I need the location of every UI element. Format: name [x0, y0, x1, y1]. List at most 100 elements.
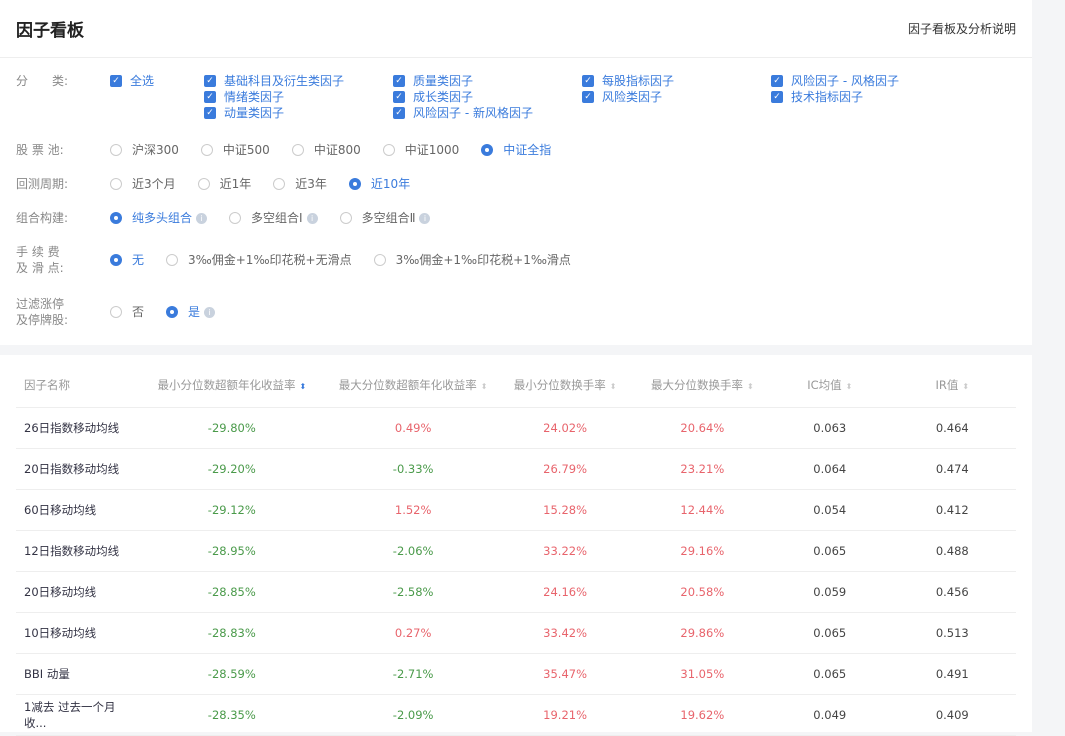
- table-cell: 0.063: [813, 421, 847, 435]
- column-header[interactable]: 最小分位数超额年化收益率 ⬍: [134, 377, 330, 393]
- category-checkbox[interactable]: ✓ 技术指标因子: [771, 89, 949, 105]
- sort-icon[interactable]: ⬍: [610, 382, 617, 391]
- radio-icon: [110, 144, 122, 156]
- table-row[interactable]: 10日移动均线 -28.83% 0.27% 33.42% 29.86% 0.065 0.51…: [16, 613, 1016, 654]
- period-radio[interactable]: 近3个月: [110, 176, 176, 192]
- radio-label: 中证全指: [503, 143, 552, 157]
- sort-icon[interactable]: ⬍: [846, 382, 853, 391]
- factor-name[interactable]: 20日指数移动均线: [16, 461, 134, 477]
- table-row[interactable]: 20日移动均线 -28.85% -2.58% 24.16% 20.58% 0.059 0.4…: [16, 572, 1016, 613]
- table-cell: 19.62%: [680, 708, 725, 722]
- table-row[interactable]: 1减去 过去一个月收... -28.35% -2.09% 19.21% 19.62% 0.…: [16, 695, 1016, 736]
- pool-radio[interactable]: 中证1000: [382, 142, 459, 158]
- factor-name[interactable]: 12日指数移动均线: [16, 543, 134, 559]
- fee-label: 手 续 费及 滑 点:: [16, 244, 110, 276]
- table-cell: 23.21%: [680, 462, 725, 476]
- pool-radio[interactable]: 中证500: [200, 142, 270, 158]
- info-icon[interactable]: i: [306, 212, 318, 224]
- radio-label: 否: [132, 305, 145, 319]
- table-cell: 20.58%: [680, 585, 725, 599]
- radio-icon: [339, 212, 352, 224]
- table-header: 因子名称 最小分位数超额年化收益率 ⬍ 最大分位数超额年化收益率 ⬍ 最小分位数换手率 ⬍ 最…: [16, 363, 1016, 408]
- category-checkbox[interactable]: ✓ 风险因子 - 风格因子: [771, 73, 949, 89]
- sort-icon[interactable]: ⬍: [299, 382, 306, 391]
- category-filter: 分 类: ✓ 全选 ✓ 基础科目及衍生类因子 ✓ 情绪类因子 ✓ 动量类因子 ✓ 质量类因子 ✓ 成长…: [16, 73, 971, 121]
- fee-radio[interactable]: 3‰佣金+1‰印花税+无滑点: [166, 244, 352, 276]
- category-checkbox[interactable]: ✓ 动量类因子: [204, 105, 371, 121]
- sort-icon[interactable]: ⬍: [747, 382, 754, 391]
- table-cell: -29.80%: [207, 421, 256, 435]
- factor-name[interactable]: 20日移动均线: [16, 584, 134, 600]
- category-checkbox[interactable]: ✓ 每股指标因子: [582, 73, 749, 89]
- filter-radio[interactable]: 否: [110, 296, 144, 328]
- portfolio-radio[interactable]: 多空组合Ⅱ i: [339, 210, 431, 226]
- factor-name[interactable]: BBI 动量: [16, 666, 134, 682]
- checkbox-checked-icon: ✓: [204, 107, 216, 119]
- category-checkbox[interactable]: ✓ 成长类因子: [393, 89, 560, 105]
- radio-label: 中证500: [222, 143, 270, 157]
- sort-icon[interactable]: ⬍: [481, 382, 488, 391]
- factor-name[interactable]: 1减去 过去一个月收...: [16, 699, 134, 731]
- factor-table: 因子名称 最小分位数超额年化收益率 ⬍ 最大分位数超额年化收益率 ⬍ 最小分位数换手率 ⬍ 最…: [0, 355, 1032, 736]
- info-icon[interactable]: i: [196, 212, 208, 224]
- pool-radio[interactable]: 中证全指: [481, 142, 551, 158]
- checkbox-label: 技术指标因子: [791, 90, 864, 104]
- info-icon[interactable]: i: [419, 212, 431, 224]
- portfolio-radio[interactable]: 多空组合Ⅰ i: [229, 210, 318, 226]
- table-cell: 24.02%: [543, 421, 588, 435]
- category-checkbox[interactable]: ✓ 情绪类因子: [204, 89, 371, 105]
- table-row[interactable]: 20日指数移动均线 -29.20% -0.33% 26.79% 23.21% 0.064 0…: [16, 449, 1016, 490]
- checkbox-label: 风险因子 - 风格因子: [791, 74, 899, 88]
- suspend-label-line2: 及停牌股:: [16, 313, 69, 327]
- column-header[interactable]: 最小分位数换手率 ⬍: [496, 377, 633, 393]
- column-header[interactable]: 最大分位数换手率 ⬍: [634, 377, 771, 393]
- sort-icon[interactable]: ⬍: [962, 382, 969, 391]
- pool-radio[interactable]: 沪深300: [110, 142, 179, 158]
- column-header[interactable]: IC均值 ⬍: [771, 377, 889, 393]
- radio-selected-icon: [110, 254, 122, 266]
- info-icon[interactable]: i: [204, 306, 216, 318]
- table-row[interactable]: 60日移动均线 -29.12% 1.52% 15.28% 12.44% 0.054 0.41…: [16, 490, 1016, 531]
- table-row[interactable]: 12日指数移动均线 -28.95% -2.06% 33.22% 29.16% 0.065 0…: [16, 531, 1016, 572]
- table-cell: 20.64%: [680, 421, 725, 435]
- category-checkbox[interactable]: ✓ 风险因子 - 新风格因子: [393, 105, 560, 121]
- column-header[interactable]: 最大分位数超额年化收益率 ⬍: [330, 377, 497, 393]
- category-col: ✓ 风险因子 - 风格因子 ✓ 技术指标因子: [771, 73, 971, 121]
- category-all-checkbox[interactable]: ✓ 全选: [110, 73, 182, 89]
- factor-name[interactable]: 10日移动均线: [16, 625, 134, 641]
- column-header[interactable]: IR值 ⬍: [889, 377, 1016, 393]
- category-col: ✓ 质量类因子 ✓ 成长类因子 ✓ 风险因子 - 新风格因子: [393, 73, 582, 121]
- radio-label: 多空组合Ⅱ: [361, 211, 416, 225]
- pool-radio[interactable]: 中证800: [291, 142, 361, 158]
- period-radio[interactable]: 近3年: [273, 176, 327, 192]
- factor-name[interactable]: 60日移动均线: [16, 502, 134, 518]
- category-checkbox[interactable]: ✓ 质量类因子: [393, 73, 560, 89]
- category-label: 分 类:: [16, 74, 69, 88]
- table-row[interactable]: 26日指数移动均线 -29.80% 0.49% 24.02% 20.64% 0.063 0.…: [16, 408, 1016, 449]
- pool-filter: 股 票 池: 沪深300 中证500 中证800 中证1000 中证全指: [16, 142, 573, 158]
- table-cell: 19.21%: [543, 708, 588, 722]
- period-radio[interactable]: 近10年: [348, 176, 410, 192]
- table-cell: 0.049: [813, 708, 847, 722]
- table-row[interactable]: BBI 动量 -28.59% -2.71% 35.47% 31.05% 0.065 0.49…: [16, 654, 1016, 695]
- category-checkbox[interactable]: ✓ 基础科目及衍生类因子: [204, 73, 371, 89]
- column-header-label: IR值: [935, 378, 959, 392]
- radio-label: 纯多头组合: [132, 211, 193, 225]
- radio-selected-icon: [348, 178, 361, 190]
- period-radio[interactable]: 近1年: [197, 176, 251, 192]
- checkbox-label: 全选: [130, 74, 155, 88]
- suspend-label-line1: 过滤涨停: [16, 297, 65, 311]
- category-checkbox[interactable]: ✓ 风险类因子: [582, 89, 749, 105]
- filter-radio[interactable]: 是i: [166, 296, 216, 328]
- table-cell: 1.52%: [394, 503, 432, 517]
- table-cell: 0.513: [935, 626, 969, 640]
- fee-radio[interactable]: 无: [110, 244, 144, 276]
- help-link[interactable]: 因子看板及分析说明: [908, 20, 1016, 37]
- table-cell: 0.065: [813, 626, 847, 640]
- table-cell: -28.85%: [207, 585, 256, 599]
- factor-name[interactable]: 26日指数移动均线: [16, 420, 134, 436]
- radio-label: 3‰佣金+1‰印花税+1‰滑点: [395, 253, 571, 267]
- portfolio-radio[interactable]: 纯多头组合 i: [110, 210, 208, 226]
- column-header: 因子名称: [16, 377, 134, 393]
- fee-radio[interactable]: 3‰佣金+1‰印花税+1‰滑点: [373, 244, 571, 276]
